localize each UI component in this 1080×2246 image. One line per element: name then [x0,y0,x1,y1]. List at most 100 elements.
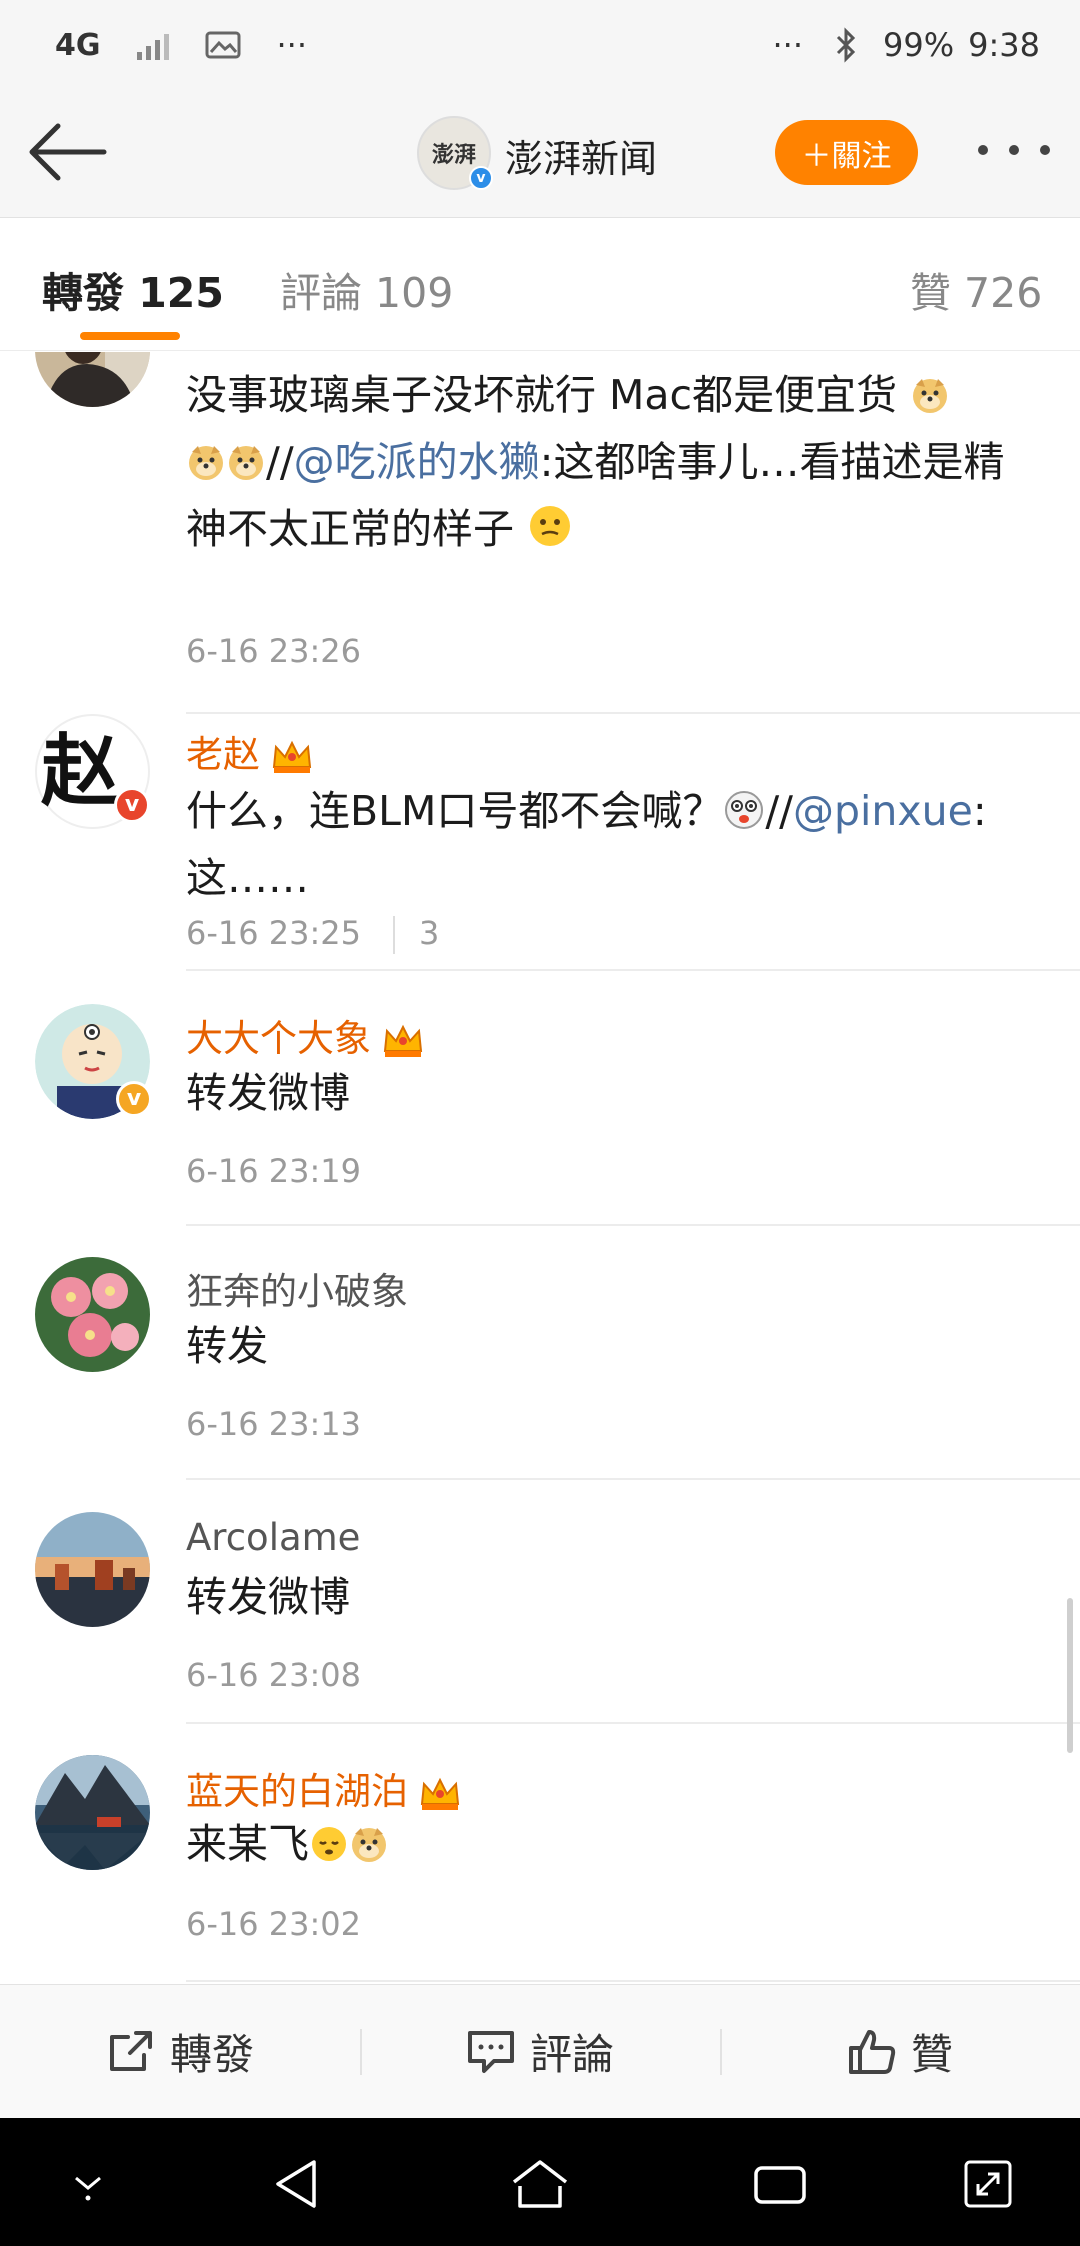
repost-button-label: 轉發 [169,2030,254,2079]
divider [186,1722,1080,1724]
tab-comments-count: 109 [375,269,454,317]
vip-crown-icon [272,740,312,773]
repost-time: 6-16 23:13 [186,1405,362,1443]
avatar[interactable] [35,352,150,407]
list-item[interactable]: 蓝天的白湖泊 来某飞 6-16 23:02 [0,1755,1080,1983]
account-avatar[interactable]: 澎湃 v [417,116,493,190]
avatar[interactable]: v [35,1004,152,1119]
comment-button[interactable]: 評論 [360,1985,720,2118]
expand-icon[interactable] [958,2156,1018,2212]
nav-back-icon[interactable] [268,2156,328,2212]
list-item[interactable]: Arcolame 转发微博 6-16 23:08 [0,1512,1080,1722]
more-options-icon[interactable] [978,130,1050,170]
doge-emoji-icon [229,446,263,480]
repost-button[interactable]: 轉發 [0,1985,360,2118]
verified-badge-icon: v [469,166,493,190]
verified-badge-icon: v [114,787,150,823]
like-button[interactable]: 贊 [720,1985,1080,2118]
tab-reposts[interactable]: 轉發 125 [42,259,224,319]
nav-recents-icon[interactable] [750,2156,810,2212]
hide-keyboard-icon[interactable] [58,2156,118,2212]
network-type: 4G [55,27,101,63]
comment-icon [467,2030,514,2073]
repost-list[interactable]: 没事玻璃桌子没坏就行 Mac都是便宜货 //@吃派的水獭:这都啥事儿…看描述是精… [0,352,1080,1984]
list-item[interactable]: v 大大个大象 转发微博 6-16 23:19 [0,1004,1080,1229]
doge-emoji-icon [913,379,948,413]
mention-link[interactable]: @pinxue [793,787,973,835]
doge-emoji-icon [189,446,223,480]
username-text: 老赵 [186,733,260,776]
repost-text: 没事玻璃桌子没坏就行 Mac都是便宜货 //@吃派的水獭:这都啥事儿…看描述是精… [186,362,1036,563]
divider [186,969,1080,971]
repost-chain-separator: // [765,787,793,835]
tab-likes-count: 726 [964,269,1043,317]
repost-text-part: 什么，连BLM口号都不会喊？ [186,787,724,835]
tab-comments-label: 評論 [280,269,362,317]
nav-bar: 澎湃 v 澎湃新闻 ＋關注 [0,90,1080,218]
separator [393,916,396,954]
repost-text: 转发微博 [186,1069,350,1117]
repost-time: 6-16 23:02 [186,1905,362,1943]
share-icon [109,2030,152,2071]
doge-emoji-icon [352,1828,386,1862]
nav-home-icon[interactable] [510,2156,570,2212]
notification-more-icon: ··· [276,26,308,64]
active-tab-indicator [80,332,180,340]
mention-link[interactable]: @吃派的水獭 [294,438,540,486]
repost-text-part: 没事玻璃桌子没坏就行 Mac都是便宜货 [186,371,898,419]
username-text: 蓝天的白湖泊 [186,1770,408,1813]
back-arrow-icon[interactable] [28,120,108,184]
tab-likes-label: 贊 [910,269,951,317]
tab-comments[interactable]: 評論 109 [280,259,453,319]
sleepy-emoji-icon [312,1827,346,1861]
confused-emoji-icon [530,506,571,546]
avatar[interactable] [35,1512,150,1627]
repost-meta: 6-16 23:25 3 [186,914,439,954]
tab-reposts-label: 轉發 [42,269,124,317]
username-text: 大大个大象 [186,1017,371,1060]
repost-time: 6-16 23:19 [186,1152,362,1190]
avatar[interactable] [35,1257,150,1372]
list-item[interactable]: 赵 v 老赵 什么，连BLM口号都不会喊？//@pinxue:这…… 6-16 … [0,714,1080,969]
username[interactable]: 大大个大象 [186,1008,425,1062]
status-more-icon: ··· [772,26,804,64]
list-item[interactable]: 狂奔的小破象 转发 6-16 23:13 [0,1257,1080,1477]
scrollbar[interactable] [1067,1598,1073,1753]
divider [186,1478,1080,1480]
divider [186,1224,1080,1226]
repost-time: 6-16 23:26 [186,632,362,670]
tab-bar: 轉發 125 評論 109 贊 726 [0,219,1080,351]
thumbs-up-icon [848,2029,896,2074]
username[interactable]: 狂奔的小破象 [186,1261,408,1315]
image-icon [205,31,240,59]
repost-count[interactable]: 3 [419,914,439,952]
status-time: 9:38 [968,26,1040,64]
avatar-glyph: 赵 [41,726,120,817]
username[interactable]: Arcolame [186,1516,360,1559]
repost-text-part: 来某飞 [186,1820,309,1868]
system-nav-bar [0,2118,1080,2246]
follow-button[interactable]: ＋關注 [775,120,918,185]
dizzy-emoji-icon [725,791,764,829]
battery-level: 99% [883,26,955,64]
repost-text: 转发 [186,1322,268,1370]
divider [186,1980,1080,1982]
action-toolbar: 轉發 評論 贊 [0,1984,1080,2118]
username[interactable]: 老赵 [186,724,314,778]
avatar[interactable] [35,1755,150,1870]
like-button-label: 贊 [910,2030,953,2079]
avatar[interactable]: 赵 v [35,714,150,829]
username[interactable]: 蓝天的白湖泊 [186,1761,462,1815]
verified-badge-icon: v [116,1081,152,1117]
comment-button-label: 評論 [529,2030,614,2079]
repost-chain-separator: // [266,438,294,486]
repost-text: 转发微博 [186,1573,350,1621]
vip-crown-icon [420,1777,460,1810]
account-name[interactable]: 澎湃新闻 [505,128,657,183]
repost-time: 6-16 23:25 [186,914,362,952]
tab-likes[interactable]: 贊 726 [910,259,1042,319]
repost-time: 6-16 23:08 [186,1656,362,1694]
status-bar: 4G ··· ··· 99% 9:38 [0,0,1080,90]
bluetooth-icon [836,27,856,63]
repost-text: 什么，连BLM口号都不会喊？//@pinxue:这…… [186,778,1036,912]
